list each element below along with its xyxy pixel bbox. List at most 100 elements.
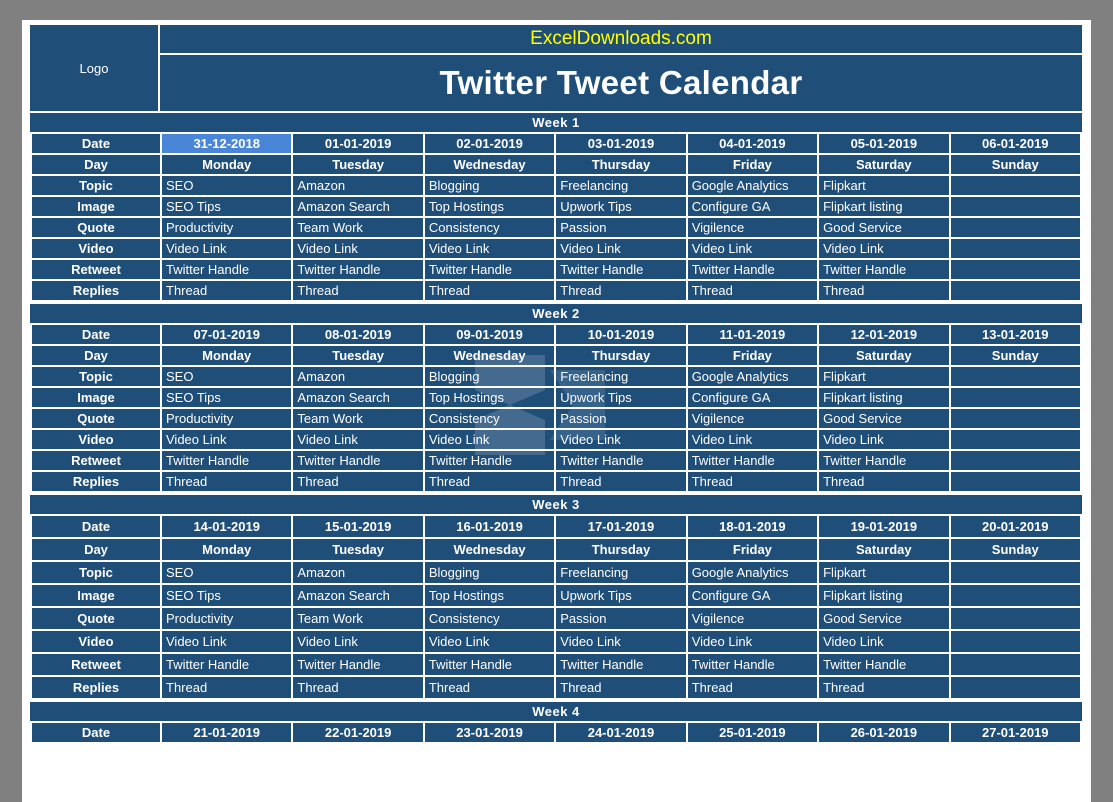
cell-video[interactable]: Video Link — [687, 430, 818, 449]
cell-date[interactable]: 23-01-2019 — [424, 723, 555, 742]
cell-topic[interactable] — [950, 367, 1080, 386]
cell-quote[interactable]: Vigilence — [687, 409, 818, 428]
cell-date[interactable]: 04-01-2019 — [687, 134, 818, 153]
cell-day[interactable]: Wednesday — [424, 346, 555, 365]
cell-topic[interactable]: Blogging — [424, 562, 555, 583]
cell-image[interactable]: Configure GA — [687, 197, 818, 216]
cell-quote[interactable]: Team Work — [293, 409, 423, 428]
cell-topic[interactable]: Blogging — [424, 176, 555, 195]
cell-day[interactable]: Tuesday — [293, 155, 423, 174]
cell-image[interactable]: Amazon Search — [293, 197, 423, 216]
cell-video[interactable]: Video Link — [424, 239, 555, 258]
cell-date[interactable]: 27-01-2019 — [950, 723, 1080, 742]
cell-day[interactable]: Tuesday — [293, 539, 423, 560]
cell-image[interactable]: SEO Tips — [162, 388, 292, 407]
cell-date[interactable]: 13-01-2019 — [950, 325, 1080, 344]
cell-day[interactable]: Sunday — [950, 155, 1080, 174]
cell-video[interactable]: Video Link — [819, 430, 949, 449]
cell-replies[interactable] — [950, 281, 1080, 300]
cell-date[interactable]: 12-01-2019 — [819, 325, 949, 344]
cell-topic[interactable]: Google Analytics — [687, 176, 818, 195]
cell-day[interactable]: Monday — [162, 539, 292, 560]
cell-date[interactable]: 03-01-2019 — [556, 134, 686, 153]
cell-replies[interactable]: Thread — [819, 281, 949, 300]
cell-replies[interactable]: Thread — [687, 281, 818, 300]
cell-replies[interactable]: Thread — [819, 472, 949, 491]
cell-day[interactable]: Friday — [687, 539, 818, 560]
cell-video[interactable]: Video Link — [819, 239, 949, 258]
cell-day[interactable]: Saturday — [819, 155, 949, 174]
cell-image[interactable]: Top Hostings — [424, 388, 555, 407]
cell-retweet[interactable]: Twitter Handle — [819, 654, 949, 675]
cell-video[interactable]: Video Link — [424, 430, 555, 449]
cell-quote[interactable]: Consistency — [424, 608, 555, 629]
cell-date[interactable]: 02-01-2019 — [424, 134, 555, 153]
cell-quote[interactable]: Team Work — [293, 218, 423, 237]
cell-video[interactable]: Video Link — [556, 631, 686, 652]
cell-topic[interactable]: Flipkart — [819, 562, 949, 583]
cell-image[interactable]: SEO Tips — [162, 197, 292, 216]
cell-date[interactable]: 05-01-2019 — [819, 134, 949, 153]
cell-date[interactable]: 15-01-2019 — [293, 516, 423, 537]
cell-date[interactable]: 08-01-2019 — [293, 325, 423, 344]
cell-retweet[interactable] — [950, 654, 1080, 675]
cell-retweet[interactable]: Twitter Handle — [556, 451, 686, 470]
cell-image[interactable]: Configure GA — [687, 585, 818, 606]
cell-retweet[interactable]: Twitter Handle — [819, 260, 949, 279]
cell-date[interactable]: 14-01-2019 — [162, 516, 292, 537]
cell-date[interactable]: 22-01-2019 — [293, 723, 423, 742]
cell-image[interactable]: Configure GA — [687, 388, 818, 407]
cell-retweet[interactable] — [950, 260, 1080, 279]
cell-replies[interactable]: Thread — [293, 677, 423, 698]
cell-date[interactable]: 10-01-2019 — [556, 325, 686, 344]
cell-date[interactable]: 26-01-2019 — [819, 723, 949, 742]
cell-image[interactable]: Upwork Tips — [556, 585, 686, 606]
cell-replies[interactable]: Thread — [162, 281, 292, 300]
cell-retweet[interactable]: Twitter Handle — [293, 260, 423, 279]
cell-topic[interactable] — [950, 562, 1080, 583]
cell-topic[interactable]: Amazon — [293, 176, 423, 195]
cell-quote[interactable]: Productivity — [162, 608, 292, 629]
cell-topic[interactable]: Amazon — [293, 562, 423, 583]
cell-retweet[interactable]: Twitter Handle — [162, 451, 292, 470]
cell-quote[interactable]: Consistency — [424, 218, 555, 237]
cell-date[interactable]: 06-01-2019 — [950, 134, 1080, 153]
cell-video[interactable]: Video Link — [556, 239, 686, 258]
cell-topic[interactable]: Freelancing — [556, 176, 686, 195]
cell-image[interactable]: Amazon Search — [293, 585, 423, 606]
cell-replies[interactable]: Thread — [424, 472, 555, 491]
cell-replies[interactable]: Thread — [162, 472, 292, 491]
cell-topic[interactable]: Google Analytics — [687, 562, 818, 583]
logo-cell[interactable]: Logo — [30, 25, 158, 111]
cell-date[interactable]: 11-01-2019 — [687, 325, 818, 344]
cell-replies[interactable]: Thread — [819, 677, 949, 698]
cell-quote[interactable]: Vigilence — [687, 608, 818, 629]
cell-quote[interactable]: Passion — [556, 409, 686, 428]
cell-quote[interactable]: Good Service — [819, 218, 949, 237]
cell-retweet[interactable]: Twitter Handle — [687, 654, 818, 675]
cell-retweet[interactable]: Twitter Handle — [162, 654, 292, 675]
cell-day[interactable]: Sunday — [950, 539, 1080, 560]
cell-image[interactable] — [950, 388, 1080, 407]
cell-video[interactable] — [950, 430, 1080, 449]
cell-replies[interactable] — [950, 677, 1080, 698]
cell-day[interactable]: Wednesday — [424, 539, 555, 560]
cell-day[interactable]: Thursday — [556, 346, 686, 365]
cell-topic[interactable]: SEO — [162, 562, 292, 583]
cell-image[interactable]: Top Hostings — [424, 585, 555, 606]
cell-video[interactable]: Video Link — [819, 631, 949, 652]
cell-video[interactable]: Video Link — [162, 239, 292, 258]
cell-topic[interactable]: Google Analytics — [687, 367, 818, 386]
cell-day[interactable]: Saturday — [819, 539, 949, 560]
cell-video[interactable]: Video Link — [424, 631, 555, 652]
cell-quote[interactable]: Team Work — [293, 608, 423, 629]
cell-image[interactable]: Flipkart listing — [819, 388, 949, 407]
cell-date[interactable]: 16-01-2019 — [424, 516, 555, 537]
cell-date[interactable]: 19-01-2019 — [819, 516, 949, 537]
cell-retweet[interactable]: Twitter Handle — [424, 451, 555, 470]
cell-date[interactable]: 17-01-2019 — [556, 516, 686, 537]
cell-day[interactable]: Sunday — [950, 346, 1080, 365]
cell-topic[interactable]: SEO — [162, 176, 292, 195]
cell-date[interactable]: 07-01-2019 — [162, 325, 292, 344]
cell-day[interactable]: Monday — [162, 155, 292, 174]
